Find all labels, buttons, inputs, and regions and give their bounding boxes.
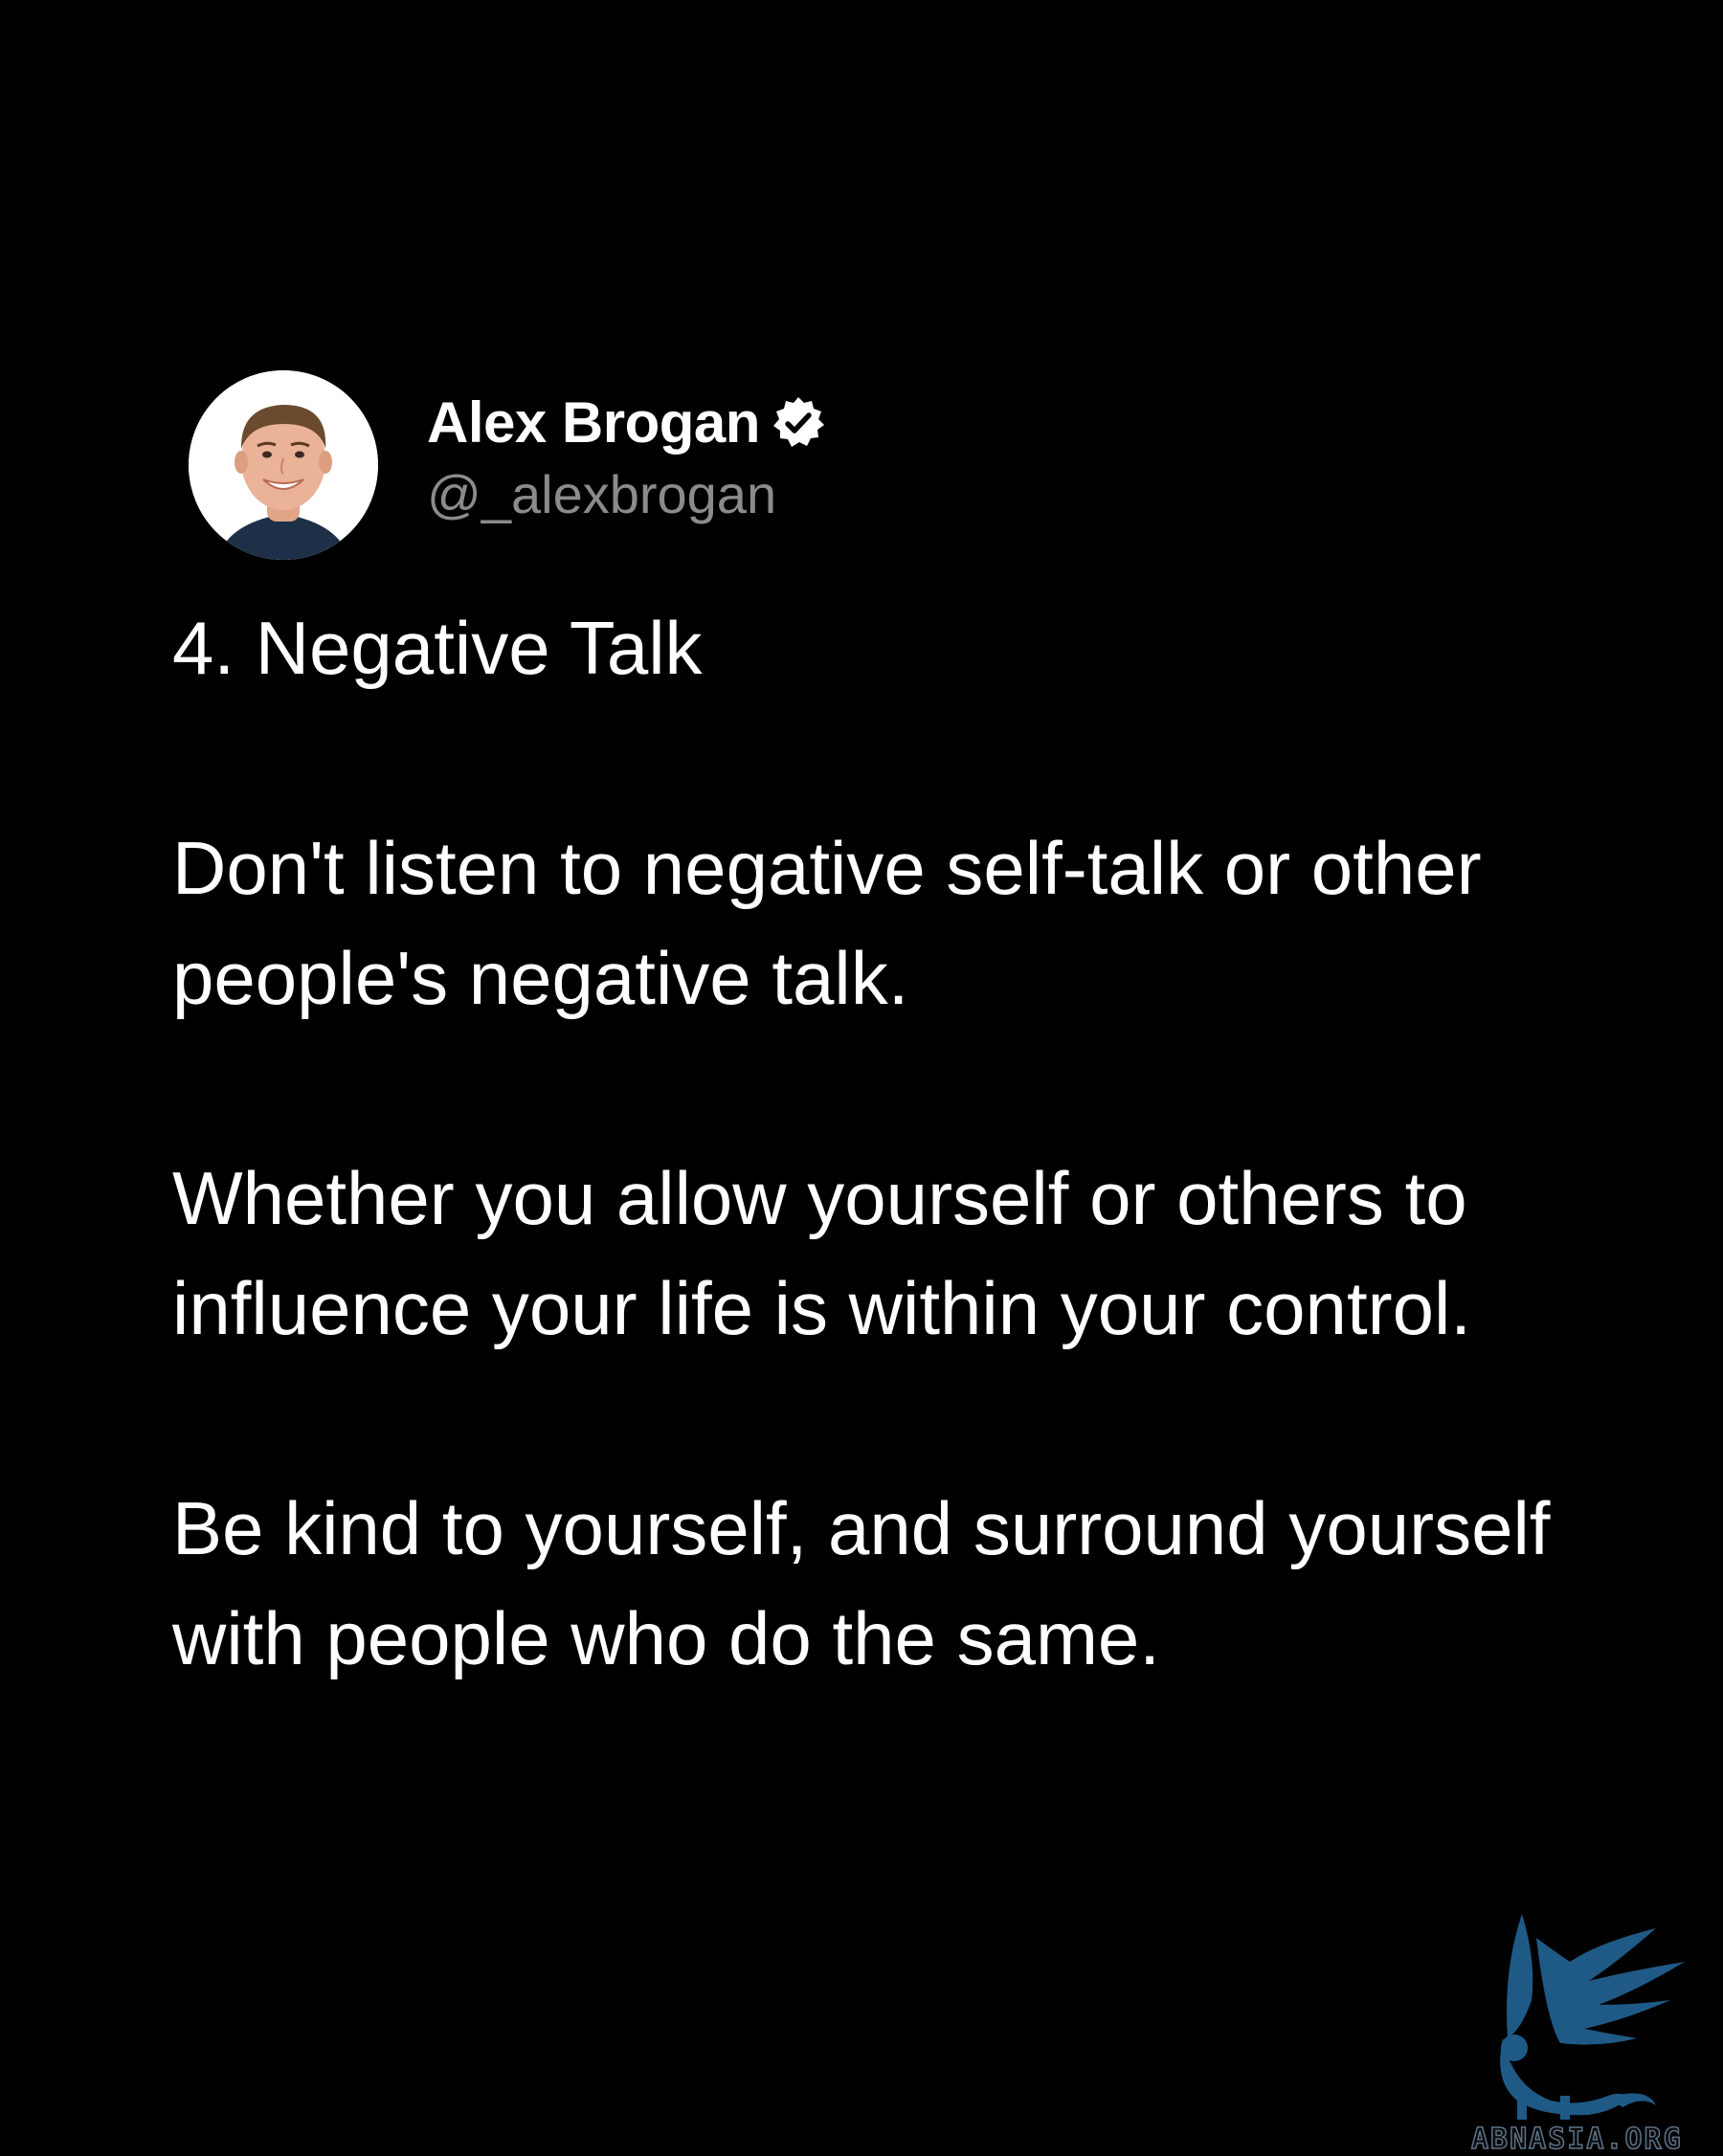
post-paragraph: Whether you allow yourself or others to … — [172, 1156, 1471, 1350]
post-body: 4. Negative Talk Don't listen to negativ… — [172, 593, 1608, 1694]
post-heading: 4. Negative Talk — [172, 606, 703, 690]
watermark-text: ABNASIA.ORG — [1470, 2122, 1683, 2156]
author-name-row: Alex Brogan — [427, 385, 827, 461]
profile-avatar[interactable] — [189, 370, 378, 560]
author-info: Alex Brogan @_alexbrogan — [427, 385, 827, 528]
winged-lion-logo — [1465, 1895, 1713, 2144]
verified-badge-icon — [770, 394, 827, 452]
post-card: Alex Brogan @_alexbrogan 4. Negative Tal… — [0, 0, 1723, 2156]
post-paragraph: Be kind to yourself, and surround yourse… — [172, 1486, 1551, 1680]
post-paragraph: Don't listen to negative self-talk or ot… — [172, 826, 1482, 1020]
author-handle[interactable]: @_alexbrogan — [427, 461, 827, 528]
author-display-name[interactable]: Alex Brogan — [427, 385, 760, 461]
